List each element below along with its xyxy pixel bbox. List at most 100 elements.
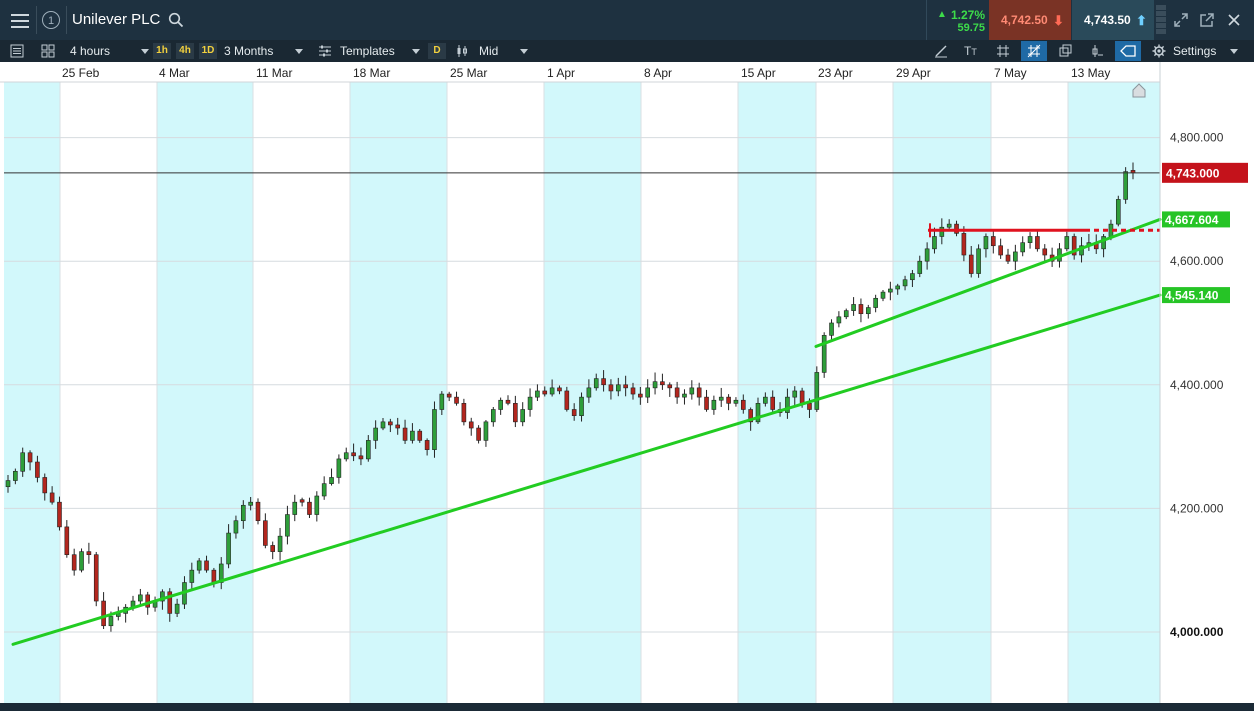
candle-body (365, 440, 371, 460)
candle-body (1027, 236, 1033, 243)
week-shading (544, 82, 641, 703)
draw-icon[interactable] (934, 44, 948, 58)
candle-body (5, 480, 11, 488)
interval-dropdown[interactable]: 4 hours (70, 40, 150, 62)
candle-body (630, 387, 636, 395)
chevron-down-icon (1230, 49, 1238, 55)
candle-body (64, 526, 70, 556)
price-chart[interactable]: 4,743.000 4,667.604 4,545.140 4,000.000 4,2… (0, 62, 1254, 703)
settings-label: Settings (1173, 44, 1217, 58)
settings-button[interactable]: Settings (1173, 40, 1216, 62)
d-button[interactable]: D (428, 43, 446, 59)
candle-body (189, 569, 195, 583)
templates-dropdown[interactable]: Templates (340, 40, 421, 62)
x-tick-label: 7 May (994, 66, 1027, 80)
settings-dropdown[interactable] (1226, 40, 1238, 62)
x-tick-label: 25 Mar (450, 66, 487, 80)
close-icon[interactable] (1226, 12, 1242, 28)
candle-body (858, 304, 864, 315)
candle-body (351, 452, 356, 457)
gear-icon[interactable] (1152, 44, 1166, 58)
up-arrow-icon: ▲ (937, 9, 947, 20)
candle-body (248, 501, 253, 506)
range-dropdown[interactable]: 3 Months (224, 40, 303, 62)
candle-body (571, 409, 577, 416)
chevron-down-icon (412, 49, 421, 55)
candle-body (513, 403, 518, 423)
candle-body (468, 421, 474, 429)
list-icon[interactable] (10, 44, 24, 58)
candle-body (86, 551, 92, 556)
x-tick-label: 8 Apr (644, 66, 672, 80)
candle-body (410, 430, 415, 441)
price-tag-toggle[interactable] (1115, 41, 1141, 61)
menu-icon[interactable] (8, 10, 32, 30)
candle-body (865, 307, 871, 315)
candle-body (1042, 248, 1048, 256)
candle-body (57, 501, 62, 528)
candle-body (829, 322, 834, 336)
x-tick-label: 15 Apr (741, 66, 776, 80)
candle-body (704, 396, 709, 410)
grid-icon[interactable] (996, 44, 1010, 58)
timeframe-1h-button[interactable]: 1h (153, 43, 171, 59)
candle-body (608, 384, 614, 392)
candle-body (924, 248, 930, 262)
y-tick-label: 4,000.000 (1170, 625, 1224, 639)
instrument-header: 1 Unilever PLC ▲ 1.27% 59.75 4,742.50 ⬇ … (0, 0, 1254, 40)
layers-icon[interactable] (1059, 44, 1073, 58)
change-percent: 1.27% (950, 8, 985, 22)
candle-body (270, 545, 276, 552)
candle-body (689, 387, 695, 395)
candle-body (42, 477, 48, 494)
x-tick-label: 25 Feb (62, 66, 100, 80)
instrument-name[interactable]: Unilever PLC (72, 11, 160, 28)
crosshair-toggle[interactable] (1021, 41, 1047, 61)
buy-button[interactable]: 4,743.50 ⬆ (1072, 0, 1154, 40)
candle-body (542, 390, 548, 395)
expand-icon[interactable] (1173, 12, 1189, 28)
week-shading (893, 82, 991, 703)
popout-icon[interactable] (1199, 12, 1215, 28)
candle-body (520, 409, 526, 423)
candle-body (240, 504, 246, 522)
x-tick-label: 4 Mar (159, 66, 190, 80)
timeframe-1d-button[interactable]: 1D (199, 43, 217, 59)
candle-body (557, 387, 562, 392)
candle-body (799, 390, 805, 404)
info-icon[interactable]: 1 (42, 11, 60, 29)
candle-body (402, 427, 408, 441)
candle-body (101, 600, 106, 627)
x-tick-label: 11 Mar (256, 66, 292, 80)
layout-icon[interactable] (41, 44, 55, 58)
chevron-down-icon (519, 49, 528, 55)
candle-body (814, 372, 820, 410)
search-icon[interactable] (168, 12, 184, 28)
candle-body (711, 399, 717, 410)
sell-button[interactable]: 4,742.50 ⬇ (989, 0, 1071, 40)
candle-body (336, 458, 342, 478)
candle-body (307, 501, 312, 515)
signal-bars-icon (1156, 5, 1166, 35)
down-arrow-icon: ⬇ (1053, 13, 1064, 28)
candle-body (535, 390, 540, 398)
text-icon[interactable]: TT (964, 40, 977, 62)
candle-body (145, 594, 151, 608)
candle-body (71, 554, 77, 571)
candle-body (549, 387, 555, 395)
candle-body (888, 288, 893, 293)
chart-canvas[interactable]: 4,743.000 4,667.604 4,545.140 4,000.000 4,2… (0, 62, 1254, 703)
candle-body (49, 492, 55, 503)
timeframe-4h-button[interactable]: 4h (176, 43, 194, 59)
candle-body (682, 393, 687, 398)
up-arrow-icon: ⬆ (1136, 13, 1147, 28)
candle-body (255, 501, 261, 522)
price-type-dropdown[interactable]: Mid (479, 40, 528, 62)
indicator-icon[interactable] (1090, 44, 1104, 58)
candle-body (740, 399, 746, 410)
candle-body (93, 554, 99, 602)
candle-body (770, 396, 776, 410)
candle-body (505, 399, 511, 404)
candle-body (696, 387, 702, 398)
candle-body (946, 223, 952, 228)
